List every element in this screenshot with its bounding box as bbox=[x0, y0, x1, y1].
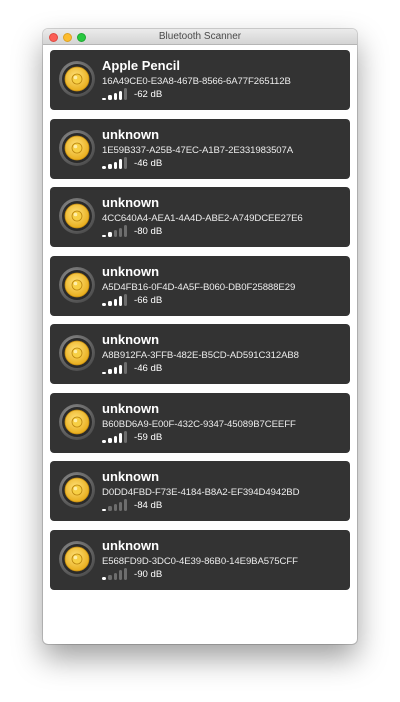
device-uuid: 4CC640A4-AEA1-4A4D-ABE2-A749DCEE27E6 bbox=[102, 213, 303, 224]
device-name: unknown bbox=[102, 537, 160, 553]
signal-bar bbox=[114, 367, 118, 374]
signal-bar bbox=[119, 570, 123, 580]
device-rssi: -62 dB bbox=[134, 89, 163, 100]
signal-bar bbox=[102, 234, 106, 237]
signal-bar bbox=[108, 506, 112, 511]
signal-strength-icon bbox=[102, 499, 132, 511]
signal-strength-icon bbox=[102, 88, 132, 100]
signal-bar bbox=[114, 298, 118, 306]
device-name: unknown bbox=[102, 400, 160, 416]
device-uuid: A5D4FB16-0F4D-4A5F-B060-DB0F25888E29 bbox=[102, 281, 296, 293]
device-rssi: -80 dB bbox=[134, 226, 163, 237]
device-uuid: 1E59B337-A25B-47EC-A1B7-2E331983507A bbox=[102, 144, 294, 156]
signal-bar bbox=[102, 371, 106, 374]
speaker-icon bbox=[58, 540, 96, 578]
device-rssi: -46 dB bbox=[134, 363, 163, 374]
device-rssi: -84 dB bbox=[134, 500, 163, 511]
signal-strength-icon bbox=[102, 156, 132, 169]
device-uuid: 16A49CE0-E3A8-467B-8566-6A77F265112B bbox=[102, 76, 291, 87]
signal-strength-icon bbox=[102, 293, 132, 306]
signal-bar bbox=[108, 437, 112, 443]
signal-bar bbox=[108, 369, 112, 374]
device-name: unknown bbox=[102, 469, 160, 484]
app-window: Bluetooth Scanner Apple Pencil 16A49CE0-… bbox=[43, 29, 357, 644]
device-name: unknown bbox=[102, 263, 160, 279]
device-name: unknown bbox=[102, 332, 160, 347]
device-rssi: -59 dB bbox=[134, 431, 163, 443]
signal-bar bbox=[108, 232, 112, 237]
signal-bar bbox=[124, 499, 128, 511]
device-card[interactable]: unknown 1E59B337-A25B-47EC-A1B7-2E331983… bbox=[50, 118, 350, 179]
device-uuid: E568FD9D-3DC0-4E39-86B0-14E9BA575CFF bbox=[102, 555, 298, 567]
device-name: Apple Pencil bbox=[102, 58, 181, 73]
signal-bar bbox=[102, 440, 106, 443]
signal-bar bbox=[119, 296, 123, 306]
signal-bar bbox=[102, 508, 106, 511]
device-rssi: -90 dB bbox=[134, 568, 163, 580]
signal-bar bbox=[119, 90, 123, 100]
signal-bar bbox=[124, 293, 128, 306]
signal-bar bbox=[108, 574, 112, 580]
device-list: Apple Pencil 16A49CE0-E3A8-467B-8566-6A7… bbox=[50, 50, 350, 598]
signal-bar bbox=[102, 303, 106, 306]
device-name: unknown bbox=[102, 126, 160, 142]
signal-strength-icon bbox=[102, 225, 132, 237]
speaker-icon bbox=[58, 471, 96, 509]
device-card[interactable]: unknown 4CC640A4-AEA1-4A4D-ABE2-A749DCEE… bbox=[50, 187, 350, 247]
signal-bar bbox=[119, 159, 123, 169]
signal-bar bbox=[114, 230, 118, 237]
device-card[interactable]: unknown A8B912FA-3FFB-482E-B5CD-AD591C31… bbox=[50, 324, 350, 384]
signal-bar bbox=[108, 163, 112, 169]
speaker-icon bbox=[58, 266, 96, 304]
speaker-icon bbox=[58, 403, 96, 441]
speaker-icon bbox=[58, 334, 96, 372]
window-title: Bluetooth Scanner bbox=[158, 31, 242, 42]
signal-bar bbox=[114, 504, 118, 511]
signal-bar bbox=[119, 433, 123, 443]
signal-bar bbox=[119, 364, 123, 374]
signal-bar bbox=[108, 95, 112, 100]
device-card[interactable]: unknown B60BD6A9-E00F-432C-9347-45089B7C… bbox=[50, 392, 350, 453]
device-card[interactable]: Apple Pencil 16A49CE0-E3A8-467B-8566-6A7… bbox=[50, 50, 350, 110]
speaker-icon bbox=[58, 60, 96, 98]
signal-bar bbox=[114, 572, 118, 580]
device-card[interactable]: unknown D0DD4FBD-F73E-4184-B8A2-EF394D49… bbox=[50, 461, 350, 521]
signal-bar bbox=[119, 227, 123, 237]
signal-strength-icon bbox=[102, 362, 132, 374]
device-card[interactable]: unknown A5D4FB16-0F4D-4A5F-B060-DB0F2588… bbox=[50, 255, 350, 316]
signal-bar bbox=[114, 161, 118, 169]
device-uuid: A8B912FA-3FFB-482E-B5CD-AD591C312AB8 bbox=[102, 350, 299, 361]
signal-bar bbox=[102, 97, 106, 100]
signal-bar bbox=[124, 362, 128, 374]
signal-bar bbox=[124, 567, 128, 580]
speaker-icon bbox=[58, 197, 96, 235]
signal-bar bbox=[124, 156, 128, 169]
signal-strength-icon bbox=[102, 430, 132, 443]
signal-bar bbox=[114, 435, 118, 443]
signal-bar bbox=[124, 225, 128, 237]
device-uuid: D0DD4FBD-F73E-4184-B8A2-EF394D4942BD bbox=[102, 487, 300, 498]
signal-bar bbox=[124, 430, 128, 443]
device-uuid: B60BD6A9-E00F-432C-9347-45089B7CEEFF bbox=[102, 418, 296, 430]
device-name: unknown bbox=[102, 195, 160, 210]
device-rssi: -46 dB bbox=[134, 157, 163, 169]
signal-bar bbox=[114, 93, 118, 100]
signal-bar bbox=[102, 166, 106, 169]
device-card[interactable]: unknown E568FD9D-3DC0-4E39-86B0-14E9BA57… bbox=[50, 529, 350, 590]
signal-strength-icon bbox=[102, 567, 132, 580]
signal-bar bbox=[102, 577, 106, 580]
signal-bar bbox=[124, 88, 128, 100]
device-rssi: -66 dB bbox=[134, 294, 163, 306]
signal-bar bbox=[108, 300, 112, 306]
speaker-icon bbox=[58, 129, 96, 167]
title-bar: Bluetooth Scanner bbox=[43, 29, 357, 45]
signal-bar bbox=[119, 501, 123, 511]
